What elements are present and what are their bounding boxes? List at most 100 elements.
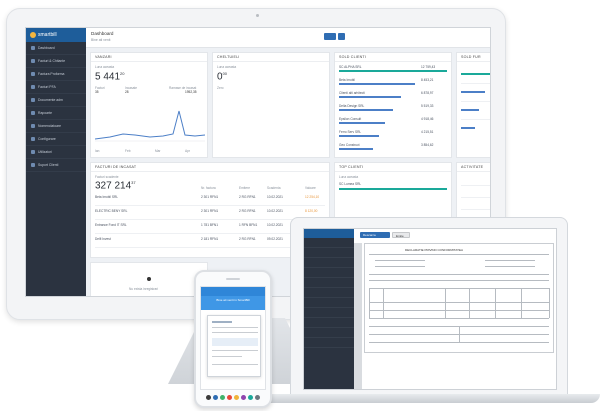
client-balance: 6 878,97 [421, 91, 434, 95]
column-header[interactable]: Emitere [239, 186, 250, 190]
column-header[interactable]: Valoare [305, 186, 316, 190]
sidebar-item[interactable]: Suport Clienti [26, 159, 86, 172]
sidebar-item-label: Facturi PFA [38, 85, 56, 89]
user-menu-button[interactable] [338, 33, 345, 40]
doc-line [212, 332, 258, 333]
laptop-screen: Descarca Emite DECLARATIE PRIVIND CONFOR… [303, 228, 557, 390]
sidebar-item[interactable]: Utilizatori [26, 146, 86, 159]
laptop-scrollbar[interactable] [354, 243, 362, 389]
client-balance-bar [339, 96, 401, 98]
sidebar-item[interactable]: Dashboard [26, 42, 86, 55]
color-swatch[interactable] [248, 394, 253, 400]
color-picker [200, 393, 266, 401]
emit-button[interactable]: Emite [392, 232, 410, 238]
brand-logo-icon [30, 32, 36, 38]
laptop-sidebar [304, 229, 354, 389]
client-name: Epsilon Consult [339, 117, 362, 121]
laptop-sidebar-item[interactable] [304, 268, 354, 278]
stat-value: 35 [95, 90, 99, 94]
sidebar-item-label: Suport Clienti [38, 163, 59, 167]
color-swatch[interactable] [227, 394, 232, 400]
brand[interactable]: smartbill [26, 28, 86, 42]
column-header[interactable]: Scadenta [267, 186, 280, 190]
client-balance-bar [339, 122, 385, 124]
client-balance-bar [339, 70, 447, 72]
sidebar-item[interactable]: Facturi PFA [26, 81, 86, 94]
sidebar-item[interactable]: Configurare [26, 133, 86, 146]
brand-name: smartbill [38, 32, 57, 38]
sidebar-item-label: Utilizatori [38, 150, 52, 154]
doc-line [375, 266, 425, 267]
table-border [469, 288, 470, 318]
table-border [521, 288, 522, 318]
sidebar-item-icon [31, 111, 35, 115]
sidebar-item-icon [31, 124, 35, 128]
company-select-button[interactable] [324, 33, 336, 40]
sidebar-item-icon [31, 98, 35, 102]
laptop-sidebar-item[interactable] [304, 248, 354, 258]
color-swatch[interactable] [206, 394, 211, 400]
laptop-sidebar-item[interactable] [304, 258, 354, 268]
color-swatch[interactable] [241, 394, 246, 400]
card-vanzari: VANZARI Luna aceasta 5 44120 Facturi 35 … [90, 52, 208, 158]
doc-line [485, 266, 535, 267]
doc-line [459, 326, 460, 342]
client-balance-bar [339, 109, 393, 111]
supplier-balance-bar [461, 73, 490, 75]
color-swatch[interactable] [220, 394, 225, 400]
sidebar-item[interactable]: Facturi & Chitante [26, 55, 86, 68]
doc-line [369, 254, 549, 255]
sidebar-menu: Dashboard Facturi & Chitante Factura Profo… [26, 42, 86, 172]
top-client-name[interactable]: SC Lumea SRL [339, 182, 361, 186]
invoice-client: Delfi Invest [95, 237, 111, 241]
page-title: Dashboard [91, 31, 114, 36]
phone-document-preview[interactable] [207, 315, 261, 377]
doc-line [212, 350, 258, 351]
row-divider [95, 205, 325, 206]
card-title: FACTURI DE INCASAT [91, 163, 329, 172]
laptop-sidebar-item[interactable] [304, 278, 354, 288]
laptop-sidebar-item[interactable] [304, 238, 354, 248]
supplier-balance-bar [461, 127, 475, 129]
invoice-due: 09.02.2021 [267, 237, 283, 241]
client-balance: 5 519,33 [421, 104, 434, 108]
column-header[interactable]: Nr. factura [201, 186, 216, 190]
client-name: Delta Design SRL [339, 104, 365, 108]
laptop-sidebar-item[interactable] [304, 288, 354, 298]
laptop-sidebar-item[interactable] [304, 328, 354, 338]
client-balance-bar [339, 83, 415, 85]
color-swatch[interactable] [234, 394, 239, 400]
doc-line [212, 321, 232, 323]
color-swatch[interactable] [255, 394, 260, 400]
laptop-sidebar-item[interactable] [304, 308, 354, 318]
table-border [369, 288, 549, 289]
empty-state-icon [147, 277, 151, 281]
table-border [369, 318, 549, 319]
supplier-balance-bar [461, 91, 485, 93]
sidebar-item[interactable]: Rapoarte [26, 107, 86, 120]
color-swatch[interactable] [213, 394, 218, 400]
card-title: SOLD CLIENTI [335, 53, 451, 62]
invoice-due: 10.02.2021 [267, 195, 283, 199]
invoices-value: 327 214 [95, 180, 132, 192]
download-button[interactable]: Descarca [360, 232, 390, 238]
client-name: Beta Imobil [339, 78, 355, 82]
page-subtitle: Bine ati venit [91, 38, 111, 42]
stat-value: 1952,35 [185, 90, 197, 94]
sidebar-item[interactable]: Factura Proforma [26, 68, 86, 81]
client-balance: 12 759,43 [421, 65, 436, 69]
laptop-sidebar-item[interactable] [304, 318, 354, 328]
sidebar-item[interactable]: Nomenclatoare [26, 120, 86, 133]
card-title: SOLD FUR [457, 53, 490, 62]
row-divider [461, 83, 490, 84]
expenses-total: 000 [217, 71, 227, 82]
laptop-sidebar-item[interactable] [304, 338, 354, 348]
invoices-total: 327 21437 [95, 180, 136, 191]
laptop-base [260, 394, 600, 403]
document-title: DECLARATIE PRIVIND CONFORMITATEA [405, 248, 464, 252]
invoice-number: 2 301 RFN1 [201, 195, 219, 199]
laptop: Descarca Emite DECLARATIE PRIVIND CONFOR… [290, 217, 568, 397]
sidebar-item[interactable]: Documente adm [26, 94, 86, 107]
doc-line [212, 327, 258, 328]
laptop-sidebar-item[interactable] [304, 298, 354, 308]
